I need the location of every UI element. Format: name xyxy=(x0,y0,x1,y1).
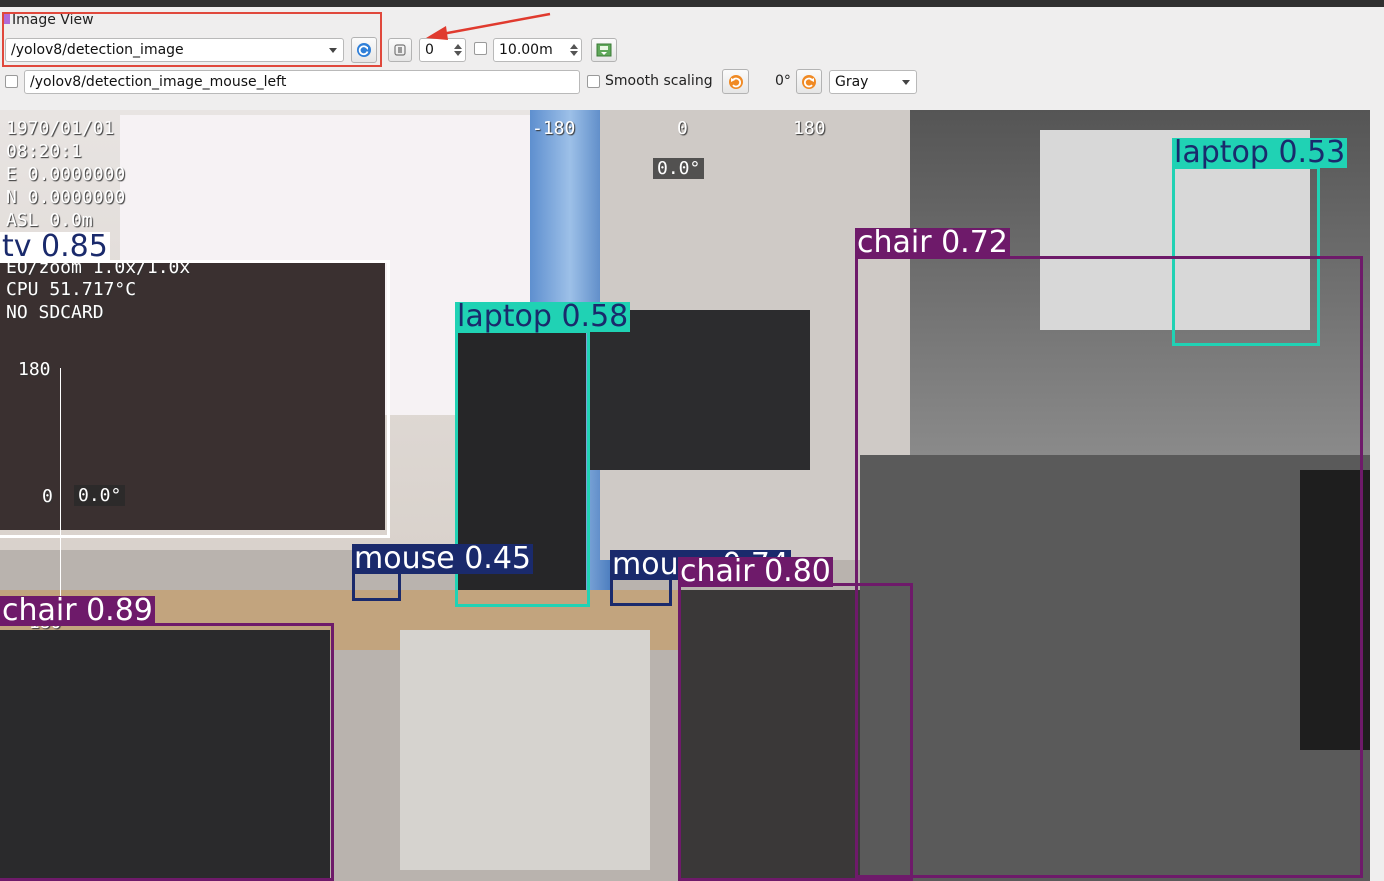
yaw-tick-center: 0 xyxy=(677,118,688,139)
window-title: Image View xyxy=(12,12,94,28)
detection-box-chair-1 xyxy=(855,256,1363,878)
smooth-scaling-checkbox[interactable] xyxy=(587,75,600,88)
spin-down-icon[interactable] xyxy=(570,51,578,56)
rotation-label: 0° xyxy=(775,73,791,89)
detection-label-laptop-1: laptop 0.58 xyxy=(455,299,631,334)
chevron-down-icon xyxy=(902,80,910,85)
detection-label-mouse-1: mouse 0.45 xyxy=(352,541,534,576)
mouse-topic-input[interactable]: /yolov8/detection_image_mouse_left xyxy=(24,70,580,94)
window-icon xyxy=(2,14,10,24)
top-bar xyxy=(0,0,1384,7)
osd-north: N 0.0000000 xyxy=(6,187,126,208)
refresh-icon xyxy=(357,43,371,57)
detection-box-chair-3 xyxy=(0,623,334,881)
image-canvas[interactable]: 1970/01/01 08:20:1 E 0.0000000 N 0.00000… xyxy=(0,110,1370,881)
detection-label-chair-3: chair 0.89 xyxy=(0,593,155,628)
distance-spinbox-value: 10.00m xyxy=(499,42,553,58)
zoom-fit-button[interactable] xyxy=(388,38,412,62)
rotate-right-icon xyxy=(802,74,816,89)
yaw-value: 0.0° xyxy=(653,158,705,179)
osd-time: 08:20:1 xyxy=(6,141,82,162)
osd-asl: ASL 0.0m xyxy=(6,210,93,231)
topic-dropdown-value: /yolov8/detection_image xyxy=(11,42,184,58)
detection-label-chair-1: chair 0.72 xyxy=(855,225,1010,260)
zoom-fit-icon xyxy=(394,44,406,56)
chevron-down-icon xyxy=(329,48,337,53)
spin-up-icon[interactable] xyxy=(454,44,462,49)
mouse-publish-checkbox[interactable] xyxy=(5,75,18,88)
color-scheme-dropdown[interactable]: Gray xyxy=(829,70,917,94)
detection-box-chair-2 xyxy=(678,583,913,881)
rotate-left-button[interactable] xyxy=(722,69,749,94)
mouse-topic-input-value: /yolov8/detection_image_mouse_left xyxy=(30,74,287,90)
rotate-left-icon xyxy=(728,74,743,89)
save-image-icon xyxy=(596,43,612,57)
detection-label-chair-2: chair 0.80 xyxy=(678,554,833,589)
detection-label-tv: tv 0.85 xyxy=(0,229,110,264)
refresh-button[interactable] xyxy=(351,37,377,63)
annotation-arrow xyxy=(426,12,551,40)
spin-up-icon[interactable] xyxy=(570,44,578,49)
color-scheme-value: Gray xyxy=(835,74,869,90)
osd-east: E 0.0000000 xyxy=(6,164,126,185)
spin-down-icon[interactable] xyxy=(454,51,462,56)
detection-box-tv xyxy=(0,260,390,538)
rotate-right-button[interactable] xyxy=(796,69,822,94)
osd-date: 1970/01/01 xyxy=(6,118,115,139)
zoom-spinbox-value: 0 xyxy=(425,42,434,58)
topic-dropdown[interactable]: /yolov8/detection_image xyxy=(5,38,344,62)
save-image-button[interactable] xyxy=(591,38,617,62)
yaw-tick-right: 180 xyxy=(793,118,826,139)
drawer-cabinet xyxy=(400,630,650,870)
detection-label-laptop-2: laptop 0.53 xyxy=(1172,135,1348,170)
monitor-right xyxy=(590,310,810,470)
smooth-scaling-label: Smooth scaling xyxy=(605,73,713,89)
yaw-tick-left: -180 xyxy=(532,118,576,139)
